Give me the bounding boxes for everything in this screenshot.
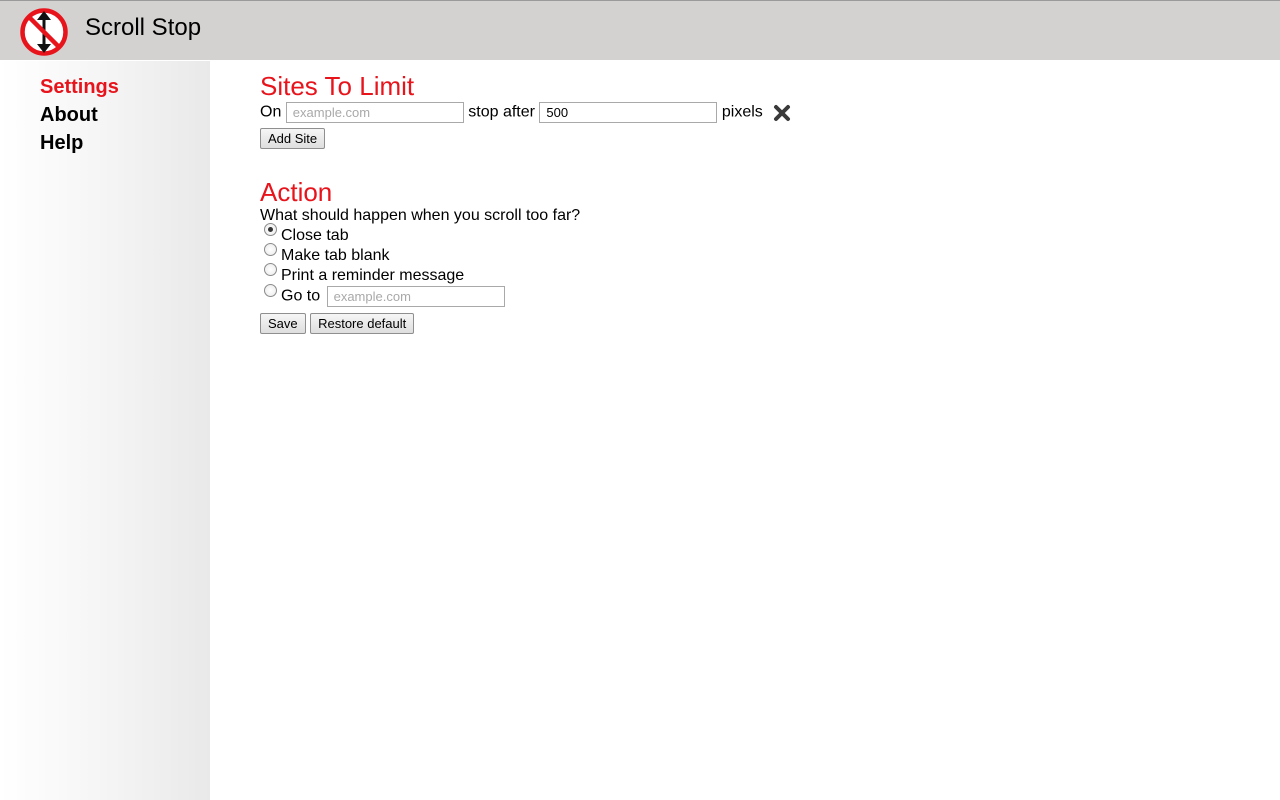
option-label: Go to xyxy=(281,287,321,305)
sidebar-item-about[interactable]: About xyxy=(40,103,98,127)
pixels-label: pixels xyxy=(721,103,763,121)
goto-url-input[interactable] xyxy=(326,286,505,307)
on-label: On xyxy=(260,103,282,121)
radio-go-to[interactable] xyxy=(264,283,277,297)
option-label: Close tab xyxy=(281,227,349,244)
save-button[interactable]: Save xyxy=(260,313,306,334)
add-site-row: Add Site xyxy=(260,128,326,149)
site-url-input[interactable] xyxy=(285,102,464,123)
radio-print-reminder[interactable] xyxy=(264,263,277,276)
option-make-tab-blank[interactable]: Make tab blank xyxy=(264,243,390,266)
action-section-title: Action xyxy=(260,177,333,207)
option-go-to[interactable]: Go to xyxy=(264,283,505,307)
option-label: Make tab blank xyxy=(281,247,390,264)
app-header: Scroll Stop xyxy=(0,0,1280,60)
close-x-icon[interactable] xyxy=(772,103,792,123)
add-site-button[interactable]: Add Site xyxy=(260,128,326,149)
sidebar-item-settings[interactable]: Settings xyxy=(40,75,119,99)
restore-default-button[interactable]: Restore default xyxy=(310,313,415,334)
sidebar-item-help[interactable]: Help xyxy=(40,131,83,155)
pixels-input[interactable] xyxy=(539,102,718,123)
sites-section-title: Sites To Limit xyxy=(260,71,415,101)
radio-close-tab[interactable] xyxy=(264,223,277,236)
no-scroll-icon xyxy=(20,8,68,56)
option-print-reminder[interactable]: Print a reminder message xyxy=(264,263,465,286)
option-label: Print a reminder message xyxy=(281,267,465,284)
sidebar: Settings About Help xyxy=(0,61,210,800)
action-buttons: Save Restore default xyxy=(260,313,415,334)
option-close-tab[interactable]: Close tab xyxy=(264,223,349,246)
stop-after-label: stop after xyxy=(468,103,535,121)
action-question: What should happen when you scroll too f… xyxy=(260,207,581,224)
radio-make-tab-blank[interactable] xyxy=(264,243,277,256)
app-title: Scroll Stop xyxy=(85,14,202,41)
site-limit-row: On stop after pixels xyxy=(260,102,792,123)
